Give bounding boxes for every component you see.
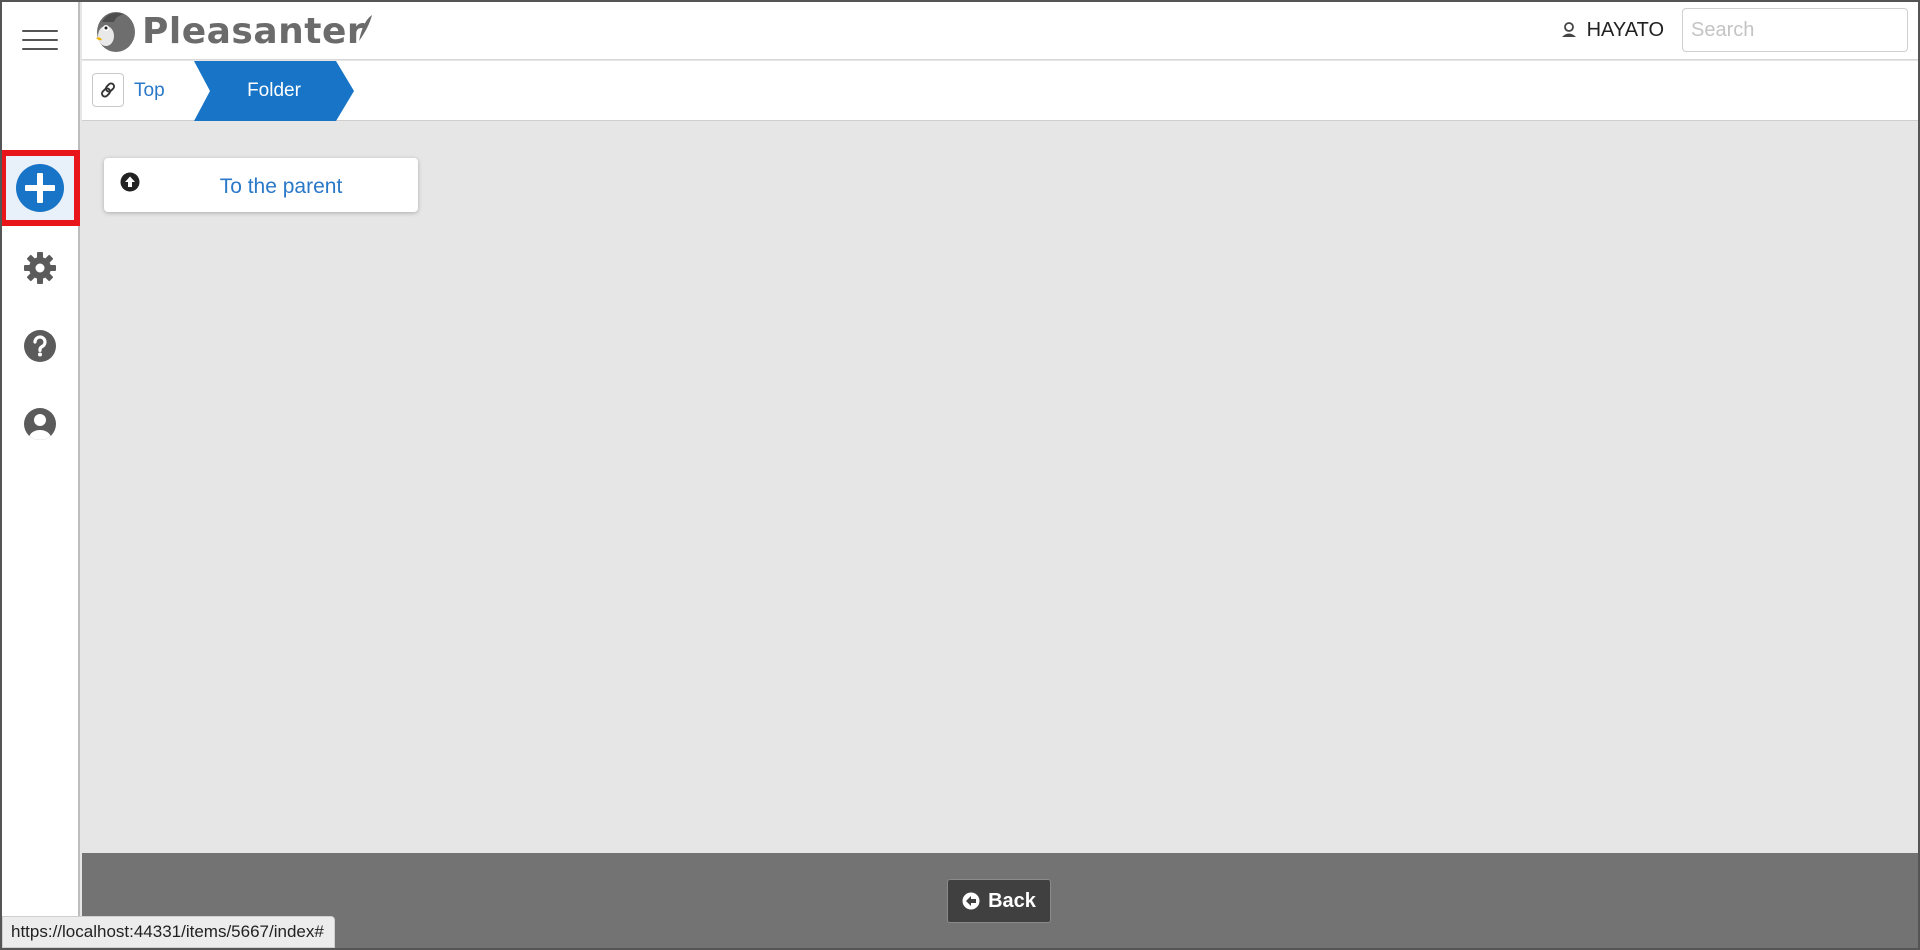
plus-circle-icon <box>16 164 64 212</box>
hamburger-menu-icon[interactable] <box>22 30 58 52</box>
arrow-left-circle-icon <box>962 892 980 910</box>
footer-command-bar: Back <box>82 853 1920 950</box>
back-button[interactable]: Back <box>947 879 1051 923</box>
user-circle-icon <box>24 408 56 440</box>
settings-button[interactable] <box>0 230 80 306</box>
add-new-button[interactable] <box>0 150 80 226</box>
breadcrumb-top-link[interactable]: Top <box>134 61 165 121</box>
user-menu[interactable]: HAYATO <box>1561 16 1664 44</box>
gear-icon <box>24 252 56 284</box>
top-header: Pleasanter HAYATO <box>82 0 1920 60</box>
status-bar-url: https://localhost:44331/items/5667/index… <box>2 916 335 948</box>
logo-feather-icon <box>359 15 373 41</box>
user-name: HAYATO <box>1586 18 1664 41</box>
help-button[interactable] <box>0 308 80 384</box>
app-name: Pleasanter <box>142 10 366 52</box>
breadcrumb: Top Folder <box>82 61 1920 121</box>
account-button[interactable] <box>0 386 80 462</box>
breadcrumb-link-icon[interactable] <box>92 73 124 107</box>
sidebar <box>0 0 80 950</box>
user-icon <box>1561 22 1576 37</box>
chain-link-icon <box>101 82 115 98</box>
pleasanter-bird-logo-icon <box>96 12 135 52</box>
to-parent-button[interactable]: To the parent <box>104 158 418 212</box>
breadcrumb-folder-label: Folder <box>247 80 301 101</box>
question-circle-icon <box>24 330 56 362</box>
to-parent-label: To the parent <box>219 175 343 198</box>
main-content: To the parent <box>82 122 1920 853</box>
app-logo[interactable]: Pleasanter <box>92 8 373 54</box>
search-input[interactable] <box>1682 8 1908 52</box>
breadcrumb-folder-current[interactable]: Folder <box>194 61 354 121</box>
back-label: Back <box>988 889 1036 912</box>
